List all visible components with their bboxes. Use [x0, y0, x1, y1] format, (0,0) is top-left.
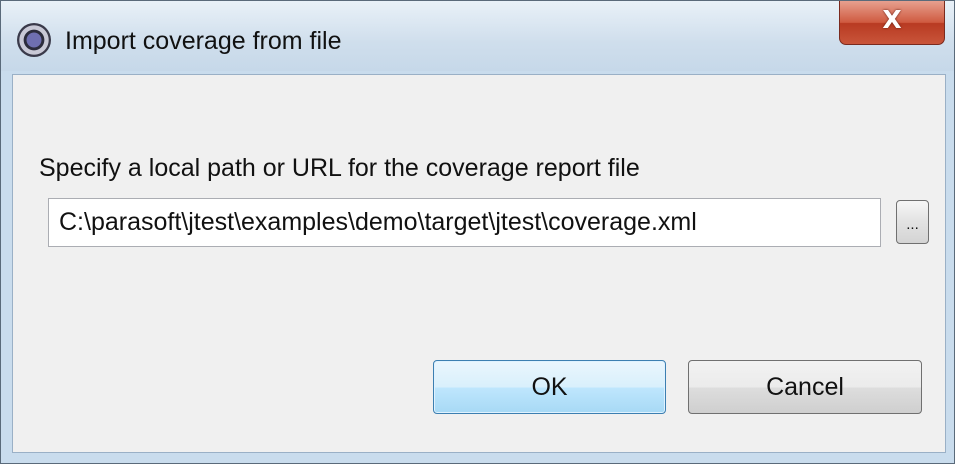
browse-button[interactable]: ... — [896, 200, 929, 244]
cancel-button[interactable]: Cancel — [688, 360, 922, 414]
path-input[interactable] — [48, 198, 881, 247]
close-button[interactable]: X — [839, 1, 945, 45]
path-prompt-label: Specify a local path or URL for the cove… — [39, 154, 640, 182]
title-bar[interactable]: Import coverage from file X — [1, 1, 954, 71]
window-title: Import coverage from file — [65, 27, 342, 55]
ok-button[interactable]: OK — [433, 360, 666, 414]
dialog-body: Specify a local path or URL for the cove… — [12, 74, 946, 453]
dialog-window: Import coverage from file X Specify a lo… — [0, 0, 955, 464]
close-icon: X — [882, 5, 902, 34]
gear-icon — [17, 23, 51, 57]
